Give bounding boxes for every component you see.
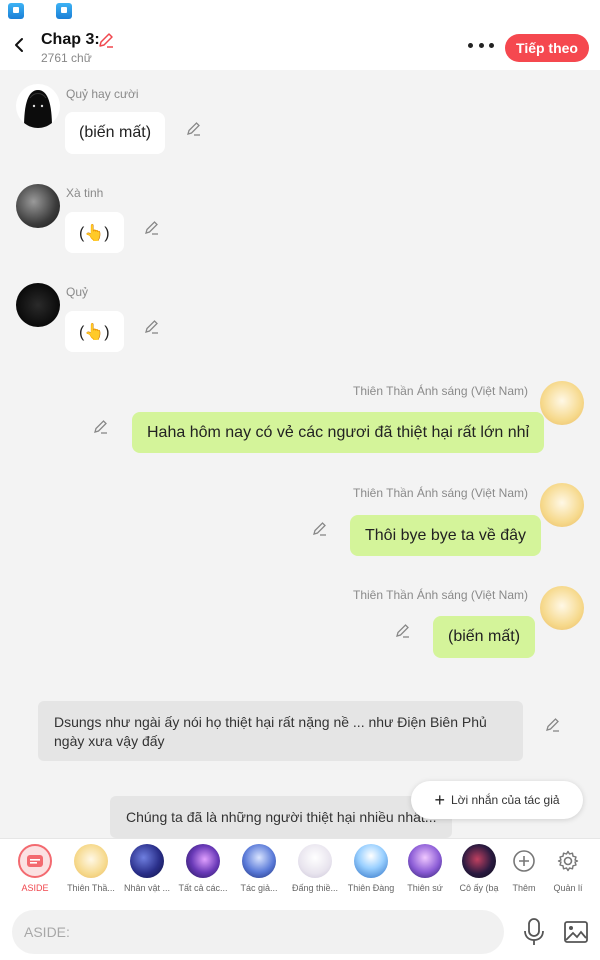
character-bar: ASIDE Thiên Thầ... Nhân vật ... Tất cả c… <box>0 838 600 904</box>
app-notification-icon <box>8 3 24 19</box>
edit-message-icon[interactable] <box>144 318 160 334</box>
sender-name: Thiên Thần Ánh sáng (Việt Nam) <box>353 384 528 398</box>
edit-message-icon[interactable] <box>312 520 328 536</box>
back-button[interactable] <box>6 32 32 58</box>
character-label: Thiên Thầ... <box>67 883 115 893</box>
chevron-left-icon <box>15 38 23 52</box>
word-count: 2761 chữ <box>41 51 92 65</box>
message-bubble[interactable]: Haha hôm nay có vẻ các ngươi đã thiệt hạ… <box>132 412 545 453</box>
chapter-title: Chap 3: <box>41 31 100 48</box>
message-bubble[interactable]: Thôi bye bye ta về đây <box>350 515 541 556</box>
character-label: Thiên Đàng <box>347 883 395 893</box>
more-options-button[interactable] <box>468 36 494 54</box>
character-aside[interactable]: ASIDE <box>7 844 63 893</box>
message-bubble[interactable]: (👆) <box>65 212 124 253</box>
plus-icon: + <box>434 790 445 810</box>
aside-message[interactable]: Chúng ta đã là những người thiệt hại nhi… <box>110 796 452 838</box>
character-label: Quản lí <box>553 883 583 893</box>
chapter-header: Chap 3: 2761 chữ Tiếp theo <box>0 22 600 70</box>
character-item[interactable]: Thiên Thầ... <box>63 844 119 893</box>
microphone-icon[interactable] <box>521 917 547 947</box>
message-bubble[interactable]: (biến mất) <box>65 112 166 154</box>
aside-message[interactable]: Dsungs như ngài ấy nói họ thiệt hại rất … <box>38 701 523 761</box>
sender-name: Thiên Thần Ánh sáng (Việt Nam) <box>353 588 528 602</box>
gear-icon <box>551 844 585 878</box>
edit-message-icon[interactable] <box>186 120 202 136</box>
angel-avatar[interactable] <box>540 381 584 425</box>
character-label: Đấng thiề... <box>291 883 339 893</box>
girl-avatar <box>462 844 496 878</box>
galaxy-avatar <box>130 844 164 878</box>
sender-name: Quỷ <box>66 285 89 299</box>
creator-avatar <box>298 844 332 878</box>
author-note-button[interactable]: + Lời nhắn của tác giả <box>411 781 583 819</box>
angel-avatar <box>74 844 108 878</box>
sender-name: Quỷ hay cười <box>66 87 139 101</box>
character-item[interactable]: Nhân vật ... <box>119 844 175 893</box>
character-item[interactable]: Tác giả... <box>231 844 287 893</box>
message-bubble[interactable]: (👆) <box>65 311 124 352</box>
angel-avatar[interactable] <box>540 586 584 630</box>
next-button[interactable]: Tiếp theo <box>505 34 589 62</box>
sender-name: Xà tinh <box>66 186 104 200</box>
app-notification-icon <box>56 3 72 19</box>
demon-avatar[interactable] <box>16 283 60 327</box>
status-bar <box>0 0 600 22</box>
character-label: Tất cả các... <box>178 883 228 893</box>
edit-message-icon[interactable] <box>395 622 411 638</box>
messenger-avatar <box>408 844 442 878</box>
dark-ghost-avatar[interactable] <box>16 84 60 128</box>
sender-name: Thiên Thần Ánh sáng (Việt Nam) <box>353 486 528 500</box>
message-bubble[interactable]: (biến mất) <box>433 616 536 658</box>
character-item[interactable]: Thiên Đàng <box>343 844 399 893</box>
character-label: ASIDE <box>21 883 49 893</box>
edit-message-icon[interactable] <box>144 219 160 235</box>
character-label: Nhân vật ... <box>123 883 171 893</box>
input-bar <box>0 904 600 960</box>
character-item[interactable]: Tất cả các... <box>175 844 231 893</box>
heaven-avatar <box>354 844 388 878</box>
manage-characters-button[interactable]: Quản lí <box>540 844 596 893</box>
author-note-label: Lời nhắn của tác giả <box>450 793 560 807</box>
edit-title-icon[interactable] <box>97 31 115 49</box>
edit-message-icon[interactable] <box>93 418 109 434</box>
character-label: Tác giả... <box>240 883 278 893</box>
snake-spirit-avatar[interactable] <box>16 184 60 228</box>
character-label: Thiên sứ <box>407 883 443 893</box>
aside-icon <box>18 844 52 878</box>
angel-avatar[interactable] <box>540 483 584 527</box>
author-avatar <box>242 844 276 878</box>
message-input[interactable] <box>12 910 504 954</box>
image-icon[interactable] <box>563 919 589 945</box>
character-item[interactable]: Thiên sứ <box>397 844 453 893</box>
nebula-avatar <box>186 844 220 878</box>
character-item[interactable]: Đấng thiề... <box>287 844 343 893</box>
edit-message-icon[interactable] <box>545 716 561 732</box>
add-icon <box>507 844 541 878</box>
chat-area[interactable]: Quỷ hay cười (biến mất) Xà tinh (👆) Quỷ … <box>0 70 600 838</box>
